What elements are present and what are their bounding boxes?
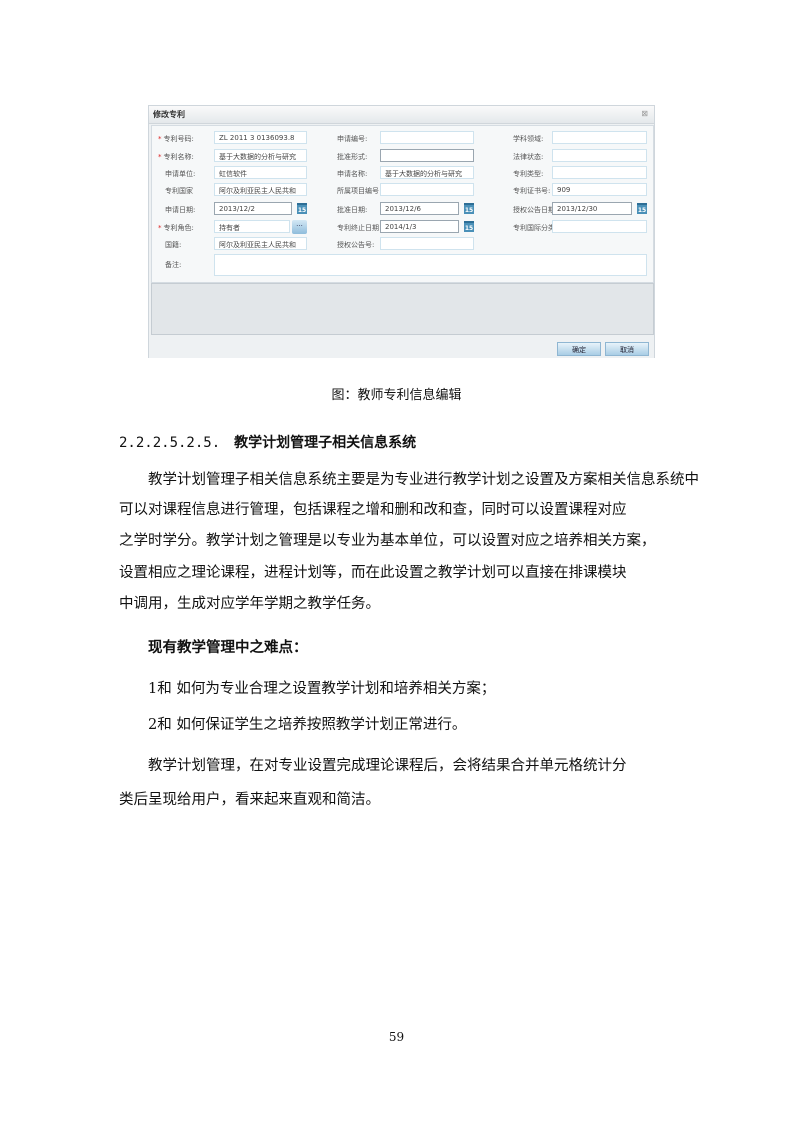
calendar-icon[interactable]: 15 bbox=[464, 203, 474, 214]
field-label-text: 批准日期: bbox=[337, 206, 368, 214]
ok-button[interactable]: 确定 bbox=[557, 342, 601, 356]
field-label: 申请名称: bbox=[330, 169, 367, 179]
field-label: 所属项目编号 bbox=[330, 186, 379, 196]
field-label-text: 申请名称: bbox=[337, 170, 368, 178]
field-input[interactable] bbox=[380, 183, 474, 196]
field-label: 专利证书号: bbox=[506, 186, 550, 196]
field-label: 专利国际分类 bbox=[506, 223, 555, 233]
field-label: 专利终止日期 bbox=[330, 223, 379, 233]
field-label: 法律状态: bbox=[506, 152, 543, 162]
field-input[interactable]: 虹信软件 bbox=[214, 166, 307, 179]
cancel-button[interactable]: 取消 bbox=[605, 342, 649, 356]
field-label: 授权公告日期 bbox=[506, 205, 555, 215]
note-label: 备注: bbox=[165, 261, 182, 269]
section-title: 教学计划管理子相关信息系统 bbox=[234, 435, 417, 451]
subheading: 现有教学管理中之难点： bbox=[119, 639, 308, 656]
field-label: 学科领域: bbox=[506, 134, 543, 144]
field-input[interactable] bbox=[380, 237, 474, 250]
field-label-text: 所属项目编号 bbox=[337, 187, 379, 195]
field-label-text: 专利名称: bbox=[163, 153, 194, 161]
paragraph-line: 设置相应之理论课程，进程计划等，而在此设置之教学计划可以直接在排课模块 bbox=[119, 565, 627, 581]
field-label: * 专利号码: bbox=[158, 134, 194, 144]
field-input[interactable]: 2013/12/30 bbox=[552, 202, 632, 215]
field-label: 授权公告号: bbox=[330, 240, 374, 250]
field-input[interactable] bbox=[380, 131, 474, 144]
field-input[interactable]: 基于大数据的分析与研究 bbox=[380, 166, 474, 179]
field-input[interactable]: 持有者 bbox=[214, 220, 290, 233]
field-label: 专利国家 bbox=[158, 186, 193, 196]
calendar-icon[interactable]: 15 bbox=[637, 203, 647, 214]
field-input[interactable] bbox=[552, 220, 647, 233]
field-label: 申请单位: bbox=[158, 169, 195, 179]
field-label: 国籍: bbox=[158, 240, 181, 250]
field-label-text: 授权公告日期 bbox=[513, 206, 555, 214]
field-label: 批准形式: bbox=[330, 152, 367, 162]
field-label-text: 学科领域: bbox=[513, 135, 544, 143]
field-label-text: 专利证书号: bbox=[513, 187, 551, 195]
field-label-text: 申请单位: bbox=[165, 170, 196, 178]
field-label-text: 授权公告号: bbox=[337, 241, 375, 249]
field-input[interactable]: 2013/12/6 bbox=[380, 202, 459, 215]
dialog-titlebar: 修改专利 ⊠ bbox=[149, 106, 654, 124]
field-label: 专利类型: bbox=[506, 169, 543, 179]
field-input[interactable] bbox=[552, 149, 647, 162]
field-label-text: 专利终止日期 bbox=[337, 224, 379, 232]
field-input[interactable]: 909 bbox=[552, 183, 647, 196]
figure-caption: 图：教师专利信息编辑 bbox=[331, 388, 462, 403]
field-label-text: 批准形式: bbox=[337, 153, 368, 161]
paragraph-line: 之学时学分。教学计划之管理是以专业为基本单位，可以设置对应之培养相关方案， bbox=[119, 533, 656, 549]
field-label: * 专利名称: bbox=[158, 152, 194, 162]
field-label-text: 专利类型: bbox=[513, 170, 544, 178]
section-heading: 2.2.2.5.2.5. 教学计划管理子相关信息系统 bbox=[119, 432, 416, 452]
section-number: 2.2.2.5.2.5. bbox=[119, 435, 221, 451]
field-input[interactable]: ZL 2011 3 0136093.8 bbox=[214, 131, 307, 144]
edit-patent-dialog: 修改专利 ⊠ * 专利号码: ZL 2011 3 0136093.8 申请编号: 学科领… bbox=[148, 105, 655, 358]
field-input[interactable]: 2014/1/3 bbox=[380, 220, 459, 233]
patent-form: * 专利号码: ZL 2011 3 0136093.8 申请编号: 学科领域: * 专利名称… bbox=[151, 125, 654, 283]
field-label-text: 专利号码: bbox=[163, 135, 194, 143]
field-input[interactable]: 阿尔及利亚民主人民共和 bbox=[214, 183, 307, 196]
field-label: 申请编号: bbox=[330, 134, 367, 144]
dialog-title: 修改专利 bbox=[153, 110, 185, 119]
field-input[interactable] bbox=[380, 149, 474, 162]
calendar-icon[interactable]: 15 bbox=[464, 221, 474, 232]
field-label: * 专利角色: bbox=[158, 223, 194, 233]
paragraph-line: 可以对课程信息进行管理，包括课程之增和删和改和查，同时可以设置课程对应 bbox=[119, 502, 627, 518]
role-picker-button[interactable]: ... bbox=[292, 220, 307, 234]
field-label-text: 专利国家 bbox=[165, 187, 193, 195]
close-icon[interactable]: ⊠ bbox=[641, 109, 648, 118]
paragraph-line: 教学计划管理，在对专业设置完成理论课程后，会将结果合并单元格统计分 bbox=[119, 758, 627, 774]
field-input[interactable] bbox=[552, 166, 647, 179]
field-input[interactable]: 基于大数据的分析与研究 bbox=[214, 149, 307, 162]
document-page: 修改专利 ⊠ * 专利号码: ZL 2011 3 0136093.8 申请编号: 学科领… bbox=[0, 0, 793, 1122]
field-label: 申请日期: bbox=[158, 205, 195, 215]
page-number: 59 bbox=[388, 1030, 405, 1044]
paragraph-line: 2和 如何保证学生之培养按照教学计划正常进行。 bbox=[119, 717, 467, 733]
field-label-text: 专利角色: bbox=[163, 224, 194, 232]
field-input[interactable]: 2013/12/2 bbox=[214, 202, 292, 215]
attachment-area bbox=[151, 283, 654, 335]
paragraph-line: 类后呈现给用户，看来起来直观和简洁。 bbox=[119, 792, 380, 808]
note-textarea[interactable] bbox=[214, 254, 647, 276]
required-mark: * bbox=[158, 153, 162, 161]
field-label: 批准日期: bbox=[330, 205, 367, 215]
required-mark: * bbox=[158, 224, 162, 232]
required-mark: * bbox=[158, 135, 162, 143]
dialog-footer: 确定 取消 bbox=[149, 336, 654, 358]
field-label-text: 专利国际分类 bbox=[513, 224, 555, 232]
field-label-text: 申请编号: bbox=[337, 135, 368, 143]
field-label-text: 国籍: bbox=[165, 241, 182, 249]
paragraph-line: 教学计划管理子相关信息系统主要是为专业进行教学计划之设置及方案相关信息系统中 bbox=[119, 472, 699, 488]
paragraph-line: 中调用，生成对应学年学期之教学任务。 bbox=[119, 596, 380, 612]
field-label-text: 法律状态: bbox=[513, 153, 544, 161]
field-label-text: 申请日期: bbox=[165, 206, 196, 214]
paragraph-line: 1和 如何为专业合理之设置教学计划和培养相关方案； bbox=[119, 681, 496, 697]
calendar-icon[interactable]: 15 bbox=[297, 203, 307, 214]
field-input[interactable]: 阿尔及利亚民主人民共和 bbox=[214, 237, 307, 250]
field-input[interactable] bbox=[552, 131, 647, 144]
